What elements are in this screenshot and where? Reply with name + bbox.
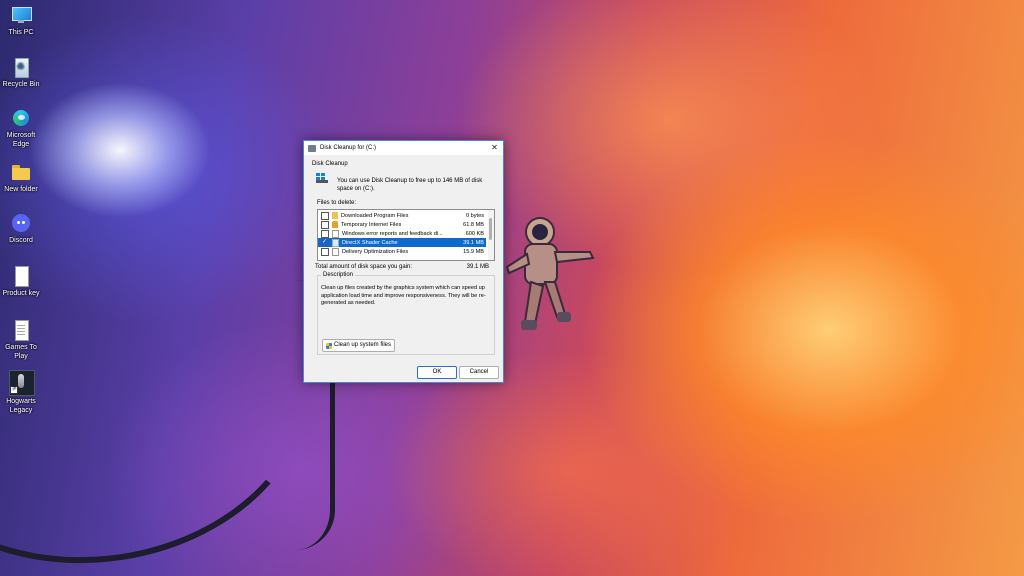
desktop-icon-label: New folder xyxy=(4,186,38,193)
list-item[interactable]: Downloaded Program Files 0 bytes xyxy=(318,211,486,220)
disk-cleanup-dialog: Disk Cleanup for (C:) ✕ Disk Cleanup You… xyxy=(303,140,504,383)
checkbox[interactable] xyxy=(321,229,329,238)
folder-icon xyxy=(332,212,338,219)
file-icon xyxy=(332,238,339,247)
file-icon xyxy=(332,229,339,238)
disk-cleanup-icon xyxy=(308,144,316,152)
file-icon xyxy=(332,247,339,256)
list-item[interactable]: Delivery Optimization Files 15.9 MB xyxy=(318,247,486,256)
desktop-icon-discord[interactable]: Discord xyxy=(0,213,42,245)
total-value: 39.1 MB xyxy=(466,264,489,270)
clean-up-system-files-label: Clean up system files xyxy=(333,342,392,348)
document-icon xyxy=(11,266,31,287)
astronaut-figure xyxy=(505,217,595,330)
desktop-icon-product-key[interactable]: Product key xyxy=(0,266,42,298)
desktop-icon-label: Discord xyxy=(9,237,33,244)
files-scrollbar[interactable] xyxy=(488,210,494,260)
file-category-size: 0 bytes xyxy=(465,212,484,219)
discord-icon xyxy=(11,213,31,233)
file-category-name: DirectX Shader Cache xyxy=(342,239,398,246)
checkbox-checked[interactable] xyxy=(321,238,329,247)
cancel-button[interactable]: Cancel xyxy=(459,366,499,379)
desktop-icon-label: Product key xyxy=(2,290,40,297)
list-item-selected[interactable]: DirectX Shader Cache 39.1 MB xyxy=(318,238,486,247)
folder-icon xyxy=(11,162,31,182)
recycle-bin-icon: ♻ xyxy=(11,57,31,78)
shield-icon xyxy=(325,342,332,349)
file-category-name: Windows error reports and feedback di... xyxy=(342,230,443,237)
checkbox[interactable] xyxy=(321,211,329,220)
edge-icon xyxy=(11,108,31,128)
total-label: Total amount of disk space you gain: xyxy=(315,264,413,270)
desktop-icon-new-folder[interactable]: New folder xyxy=(0,162,42,194)
description-text: Clean up files created by the graphics s… xyxy=(321,285,486,306)
checkbox[interactable] xyxy=(321,247,329,256)
desktop-icon-label: Games To Play xyxy=(5,344,37,360)
tab-disk-cleanup[interactable]: Disk Cleanup xyxy=(312,161,348,167)
game-shortcut-icon: ↗ xyxy=(9,370,35,396)
drive-icon xyxy=(316,173,328,183)
desktop-icon-games-to-play[interactable]: Games To Play xyxy=(0,320,42,361)
file-category-size: 39.1 MB xyxy=(463,239,484,246)
desktop-icon-label: Hogwarts Legacy xyxy=(6,398,36,414)
files-to-delete-label: Files to delete: xyxy=(317,200,357,206)
desktop-icon-label: Microsoft Edge xyxy=(6,132,36,148)
intro-text: You can use Disk Cleanup to free up to 1… xyxy=(337,178,483,192)
desktop-icon-edge[interactable]: Microsoft Edge xyxy=(0,108,42,149)
files-list[interactable]: Downloaded Program Files 0 bytes Tempora… xyxy=(317,209,495,261)
document-icon xyxy=(11,320,31,341)
dialog-title: Disk Cleanup for (C:) xyxy=(320,145,377,151)
checkbox[interactable] xyxy=(321,220,329,229)
file-category-size: 15.9 MB xyxy=(463,248,484,255)
description-label: Description xyxy=(321,272,356,278)
file-category-name: Delivery Optimization Files xyxy=(342,248,409,255)
close-icon[interactable]: ✕ xyxy=(490,143,499,152)
lock-icon xyxy=(332,221,338,228)
list-item[interactable]: Windows error reports and feedback di...… xyxy=(318,229,486,238)
clean-up-system-files-button[interactable]: Clean up system files xyxy=(322,339,395,352)
file-category-name: Downloaded Program Files xyxy=(341,212,409,219)
monitor-icon xyxy=(11,5,32,25)
desktop-icon-label: Recycle Bin xyxy=(2,81,40,88)
desktop-icon-this-pc[interactable]: This PC xyxy=(0,5,42,37)
ok-button[interactable]: OK xyxy=(417,366,457,379)
list-item[interactable]: Temporary Internet Files 61.8 MB xyxy=(318,220,486,229)
dialog-titlebar[interactable]: Disk Cleanup for (C:) ✕ xyxy=(304,141,503,155)
desktop-icon-recycle-bin[interactable]: ♻ Recycle Bin xyxy=(0,57,42,89)
file-category-name: Temporary Internet Files xyxy=(341,221,402,228)
file-category-size: 600 KB xyxy=(465,230,484,237)
desktop-wallpaper xyxy=(0,0,1024,576)
desktop-icon-label: This PC xyxy=(8,29,34,36)
description-group: Description Clean up files created by th… xyxy=(317,272,495,355)
desktop-icon-hogwarts-legacy[interactable]: ↗ Hogwarts Legacy xyxy=(0,370,42,415)
scrollbar-thumb[interactable] xyxy=(489,218,492,240)
file-category-size: 61.8 MB xyxy=(463,221,484,228)
